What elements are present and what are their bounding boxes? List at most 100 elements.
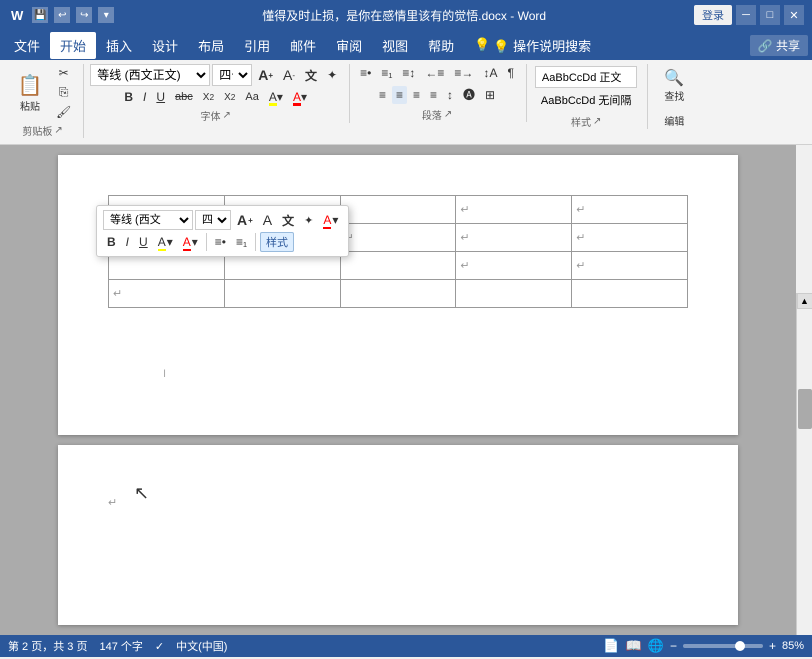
mini-clear-btn[interactable]: ✦ — [300, 213, 317, 228]
menu-help[interactable]: 帮助 — [418, 32, 464, 59]
align-right-btn[interactable]: ≡ — [409, 86, 424, 104]
shading-btn[interactable]: 🅐 — [459, 84, 479, 105]
font-size-select[interactable]: 四号 — [212, 64, 252, 86]
menu-design[interactable]: 设计 — [142, 32, 188, 59]
table-cell[interactable]: ↵ — [109, 280, 225, 308]
paste-button[interactable]: 📋 粘贴 — [10, 69, 50, 117]
clipboard-expand-icon[interactable]: ↗ — [54, 125, 62, 136]
zoom-plus-btn[interactable]: + — [769, 639, 776, 653]
font-highlight-btn[interactable]: A▾ — [265, 88, 287, 106]
style-nospaciing[interactable]: AaBbCcDd 无间隔 — [535, 90, 637, 110]
view-print-btn[interactable]: 📄 — [603, 638, 619, 654]
mini-bold-btn[interactable]: B — [103, 234, 120, 250]
capitalize-btn[interactable]: Aa — [241, 89, 262, 105]
multilevel-btn[interactable]: ≡↕ — [398, 64, 419, 82]
indent-dec-btn[interactable]: ←≡ — [421, 64, 448, 82]
underline-btn[interactable]: U — [152, 88, 169, 106]
bold-btn[interactable]: B — [120, 88, 137, 106]
share-button[interactable]: 🔗 共享 — [750, 35, 808, 56]
superscript-btn[interactable]: X2 — [220, 90, 239, 105]
view-read-btn[interactable]: 📖 — [626, 638, 642, 654]
minimize-btn[interactable]: ─ — [736, 5, 756, 25]
zoom-slider[interactable] — [683, 644, 763, 648]
indent-inc-btn[interactable]: ≡→ — [450, 64, 477, 82]
bullets-btn[interactable]: ≡• — [356, 64, 375, 82]
table-cell[interactable]: ↵ — [572, 224, 688, 252]
mini-wen-btn[interactable]: 文 — [278, 211, 298, 230]
customize-qat-btn[interactable]: ▾ — [98, 7, 114, 23]
table-cell[interactable] — [224, 280, 340, 308]
menu-layout[interactable]: 布局 — [188, 32, 234, 59]
replace-btn[interactable]: 编辑 — [654, 109, 694, 132]
para-expand-icon[interactable]: ↗ — [444, 109, 452, 120]
styles-expand-icon[interactable]: ↗ — [593, 116, 601, 127]
cut-button[interactable]: ✂ — [52, 64, 75, 82]
align-center-btn[interactable]: ≡ — [392, 86, 407, 104]
menu-insert[interactable]: 插入 — [96, 32, 142, 59]
wen-btn[interactable]: 文 — [301, 65, 321, 86]
table-cell[interactable]: ↵ — [340, 224, 456, 252]
table-cell[interactable]: ↵ — [456, 196, 572, 224]
scroll-thumb[interactable] — [798, 389, 812, 429]
mini-fontcolor-btn[interactable]: A▾ — [319, 212, 342, 228]
menu-references[interactable]: 引用 — [234, 32, 280, 59]
menu-review[interactable]: 审阅 — [326, 32, 372, 59]
scrollbar-vertical[interactable]: ▲ ▼ — [796, 293, 812, 635]
table-cell[interactable]: ↵ — [572, 196, 688, 224]
mini-grow-btn[interactable]: A+ — [233, 211, 257, 229]
mini-styles-btn[interactable]: 样式 — [260, 232, 294, 252]
table-cell[interactable] — [572, 280, 688, 308]
subscript-btn[interactable]: X2 — [199, 90, 218, 105]
find-btn[interactable]: 🔍 查找 — [654, 64, 694, 107]
mini-bullets-btn[interactable]: ≡• — [211, 234, 230, 250]
table-cell[interactable]: ↵ — [572, 252, 688, 280]
table-cell[interactable] — [340, 196, 456, 224]
quick-undo-btn[interactable]: ↩ — [54, 7, 70, 23]
font-color-btn[interactable]: A▾ — [289, 88, 311, 106]
quick-save-btn[interactable]: 💾 — [32, 7, 48, 23]
table-cell[interactable]: ↵ — [456, 224, 572, 252]
maximize-btn[interactable]: □ — [760, 5, 780, 25]
clear-format-btn[interactable]: ✦ — [323, 66, 341, 84]
font-grow-btn[interactable]: A+ — [254, 65, 277, 85]
mini-italic-btn[interactable]: I — [122, 234, 133, 250]
quick-redo-btn[interactable]: ↪ — [76, 7, 92, 23]
mini-font-size[interactable]: 四号 — [195, 210, 231, 230]
style-normal[interactable]: AaBbCcDd 正文 — [535, 66, 637, 88]
table-cell[interactable] — [340, 280, 456, 308]
mini-numbering-btn[interactable]: ≡₁ — [232, 234, 251, 250]
scroll-up-btn[interactable]: ▲ — [797, 293, 812, 309]
show-marks-btn[interactable]: ¶ — [503, 64, 517, 82]
zoom-minus-btn[interactable]: − — [670, 639, 677, 653]
font-expand-icon[interactable]: ↗ — [222, 110, 230, 121]
line-spacing-btn[interactable]: ↕ — [443, 86, 457, 104]
strikethrough-btn[interactable]: abc — [171, 89, 197, 105]
close-btn[interactable]: ✕ — [784, 5, 804, 25]
menu-view[interactable]: 视图 — [372, 32, 418, 59]
table-cell[interactable] — [456, 280, 572, 308]
font-name-select[interactable]: 等线 (西文正文) — [90, 64, 210, 86]
menu-home[interactable]: 开始 — [50, 32, 96, 59]
login-button[interactable]: 登录 — [694, 5, 732, 25]
menu-file[interactable]: 文件 — [4, 32, 50, 59]
format-painter-button[interactable]: 🖌 — [52, 103, 75, 121]
font-shrink-btn[interactable]: A- — [279, 65, 299, 85]
table-cell[interactable]: ↵ — [456, 252, 572, 280]
numbering-btn[interactable]: ≡₁ — [377, 64, 396, 82]
view-web-btn[interactable]: 🌐 — [648, 638, 664, 654]
italic-btn[interactable]: I — [139, 88, 150, 106]
scroll-track[interactable] — [798, 309, 812, 635]
align-left-btn[interactable]: ≡ — [375, 86, 390, 104]
mini-highlight-btn[interactable]: A▾ — [154, 234, 177, 250]
sort-btn[interactable]: ↕A — [479, 64, 501, 82]
table-cell[interactable] — [340, 252, 456, 280]
copy-button[interactable]: ⎘ — [52, 83, 75, 102]
menu-search[interactable]: 💡 💡 操作说明搜索 — [464, 32, 601, 59]
mini-shrink-btn[interactable]: A — [259, 211, 276, 229]
mini-font-name[interactable]: 等线 (西文 — [103, 210, 193, 230]
mini-textcolor-btn[interactable]: A▾ — [179, 234, 202, 250]
mini-underline-btn[interactable]: U — [135, 234, 152, 250]
menu-mailings[interactable]: 邮件 — [280, 32, 326, 59]
borders-btn[interactable]: ⊞ — [481, 86, 499, 104]
justify-btn[interactable]: ≡ — [426, 86, 441, 104]
